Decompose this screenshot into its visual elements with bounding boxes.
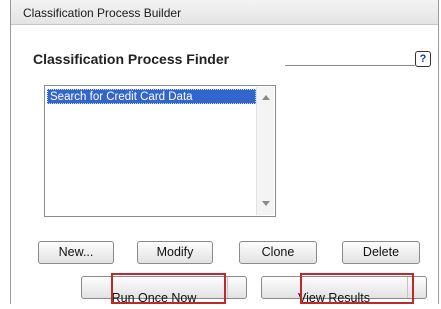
section-divider xyxy=(285,65,415,66)
button-grip xyxy=(227,277,246,298)
run-once-now-button[interactable]: Run Once Now xyxy=(81,276,247,305)
clone-button[interactable]: Clone xyxy=(239,241,317,264)
list-item[interactable]: Search for Credit Card Data xyxy=(47,89,256,104)
view-results-label: View Results xyxy=(297,290,371,305)
title-bar: Classification Process Builder xyxy=(11,0,438,25)
run-once-now-label: Run Once Now xyxy=(111,290,197,305)
listbox-scrollbar[interactable] xyxy=(256,87,274,215)
dialog-window: Classification Process Builder Classific… xyxy=(10,0,439,305)
scroll-up-arrow-icon[interactable] xyxy=(262,95,270,100)
button-grip xyxy=(407,277,426,298)
delete-button[interactable]: Delete xyxy=(342,241,420,264)
help-icon[interactable]: ? xyxy=(415,51,431,67)
view-results-button[interactable]: View Results xyxy=(261,276,427,305)
modify-button[interactable]: Modify xyxy=(137,241,213,264)
process-listbox[interactable]: Search for Credit Card Data xyxy=(44,85,276,217)
new-button[interactable]: New... xyxy=(38,241,114,264)
window-title: Classification Process Builder xyxy=(23,6,182,20)
scroll-down-arrow-icon[interactable] xyxy=(262,201,270,206)
finder-section-title: Classification Process Finder xyxy=(33,51,230,67)
